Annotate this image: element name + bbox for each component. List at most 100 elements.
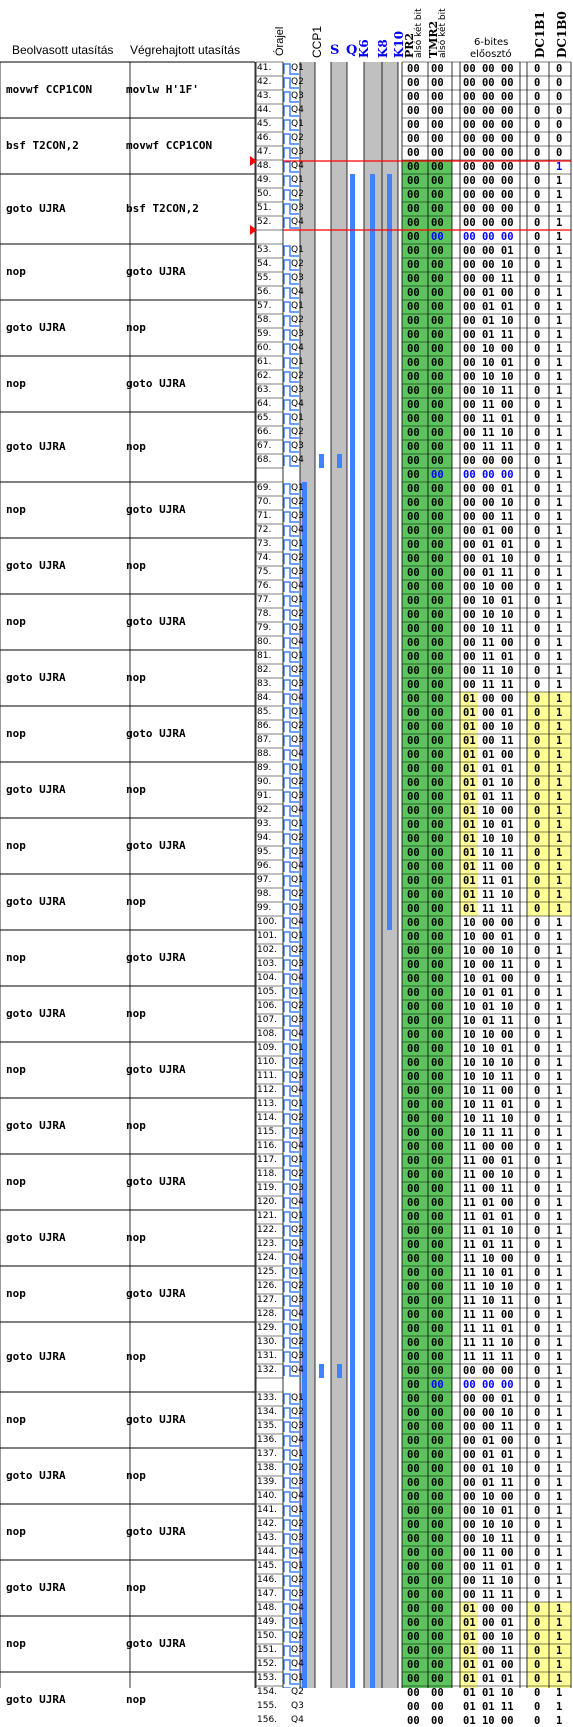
prescaler-value: 00 11 01 — [463, 413, 514, 425]
row-number: 83. — [257, 679, 272, 689]
dc1b1-value: 0 — [534, 1337, 541, 1349]
dc1b1-value: 0 — [534, 1407, 541, 1419]
dc1b0-value: 1 — [556, 679, 563, 691]
row-number: 81. — [257, 651, 272, 661]
dc1b1-value: 0 — [534, 763, 541, 775]
prescaler-value: 11 11 00 — [463, 1309, 514, 1321]
tmr2-value: 00 — [431, 1617, 444, 1629]
dc1b0-value: 1 — [556, 721, 563, 733]
pr2-value: 00 — [407, 1253, 420, 1265]
pr2-value: 00 — [407, 413, 420, 425]
dc1b0-value: 1 — [556, 1211, 563, 1223]
dc1b0-value: 1 — [556, 1253, 563, 1265]
executed-instruction: goto UJRA — [126, 1637, 186, 1650]
dc1b1-value: 0 — [534, 889, 541, 901]
pr2-value: 00 — [407, 777, 420, 789]
clock-phase: Q2 — [291, 1001, 304, 1011]
dc1b1-value: 0 — [534, 553, 541, 565]
dc1b0-value: 1 — [556, 987, 563, 999]
tmr2-value: 00 — [431, 917, 444, 929]
dc1b1-value: 0 — [534, 1267, 541, 1279]
prescaler-value: 10 10 01 — [463, 1043, 514, 1055]
pr2-value: 00 — [407, 1155, 420, 1167]
read-instruction: nop — [6, 1637, 26, 1650]
dc1b1-value: 0 — [534, 469, 541, 481]
tmr2-value: 00 — [431, 1281, 444, 1293]
tmr2-value: 00 — [431, 847, 444, 859]
dc1b0-value: 1 — [556, 301, 563, 313]
clock-phase: Q2 — [291, 371, 304, 381]
tmr2-value: 00 — [431, 1547, 444, 1559]
dc1b0-value: 1 — [556, 329, 563, 341]
row-number: 107. — [257, 1015, 278, 1025]
dc1b0-value: 1 — [556, 805, 563, 817]
dc1b0-value: 1 — [556, 483, 563, 495]
clock-phase: Q4 — [291, 455, 304, 465]
prescaler-value: 00 11 11 — [463, 679, 514, 691]
dc1b0-value: 1 — [556, 1197, 563, 1209]
dc1b0-value: 1 — [556, 1127, 563, 1139]
tmr2-value: 00 — [431, 1001, 444, 1013]
clock-phase: Q3 — [291, 1071, 304, 1081]
read-instruction: goto UJRA — [6, 783, 66, 796]
tmr2-value: 00 — [431, 777, 444, 789]
row-number: 131. — [257, 1351, 278, 1361]
dc1b0-value: 1 — [556, 903, 563, 915]
clock-phase: Q2 — [291, 1057, 304, 1067]
dc1b1-value: 0 — [534, 511, 541, 523]
dc1b0-value: 1 — [556, 1463, 563, 1475]
row-number: 97. — [257, 875, 272, 885]
read-instruction: nop — [6, 839, 26, 852]
dc1b1-value: 0 — [534, 791, 541, 803]
clock-phase: Q1 — [291, 763, 304, 773]
pr2-value: 00 — [407, 1617, 420, 1629]
prescaler-value: 01 00 10 — [463, 721, 514, 733]
row-number: 67. — [257, 441, 272, 451]
clock-phase: Q1 — [291, 931, 304, 941]
read-instruction: nop — [6, 615, 26, 628]
prescaler-value: 00 00 00 — [463, 469, 514, 481]
dc1b0-value: 1 — [556, 231, 563, 243]
row-number: 80. — [257, 637, 272, 647]
row-number: 150. — [257, 1631, 278, 1641]
tmr2-value: 00 — [431, 1365, 444, 1377]
prescaler-value: 00 10 11 — [463, 1533, 514, 1545]
clock-phase: Q1 — [291, 539, 304, 549]
executed-instruction: goto UJRA — [126, 1287, 186, 1300]
tmr2-value: 00 — [431, 735, 444, 747]
executed-instruction: goto UJRA — [126, 839, 186, 852]
dc1b0-value: 1 — [556, 651, 563, 663]
dc1b1-value: 0 — [534, 567, 541, 579]
dc1b1-value: 0 — [534, 1029, 541, 1041]
dc1b0-value: 1 — [556, 427, 563, 439]
row-number: 70. — [257, 497, 272, 507]
s-pulse — [319, 454, 324, 468]
pr2-value: 00 — [407, 1435, 420, 1447]
dc1b0-value: 1 — [556, 665, 563, 677]
dc1b0-value: 1 — [556, 1295, 563, 1307]
prescaler-value: 00 01 01 — [463, 1449, 514, 1461]
executed-instruction: goto UJRA — [126, 377, 186, 390]
clock-phase: Q4 — [291, 1309, 304, 1319]
row-number: 44. — [257, 105, 272, 115]
tmr2-value: 00 — [431, 1701, 444, 1713]
pr2-value: 00 — [407, 1561, 420, 1573]
prescaler-value: 01 00 01 — [463, 1617, 514, 1629]
pr2-value: 00 — [407, 1001, 420, 1013]
row-number: 113. — [257, 1099, 278, 1109]
dc1b0-value: 1 — [556, 1365, 563, 1377]
prescaler-value: 00 01 10 — [463, 553, 514, 565]
row-number: 94. — [257, 833, 272, 843]
prescaler-value: 11 00 10 — [463, 1169, 514, 1181]
tmr2-value: 00 — [431, 1043, 444, 1055]
prescaler-value: 01 00 01 — [463, 707, 514, 719]
tmr2-value: 00 — [431, 805, 444, 817]
clock-phase: Q1 — [291, 875, 304, 885]
read-instruction: bsf T2CON,2 — [6, 139, 79, 152]
dc1b1-value: 0 — [534, 259, 541, 271]
dc1b1-value: 0 — [534, 1617, 541, 1629]
clock-phase: Q3 — [291, 147, 304, 157]
dc1b1-value: 0 — [534, 1393, 541, 1405]
row-number: 137. — [257, 1449, 278, 1459]
pr2-value: 00 — [407, 63, 420, 75]
